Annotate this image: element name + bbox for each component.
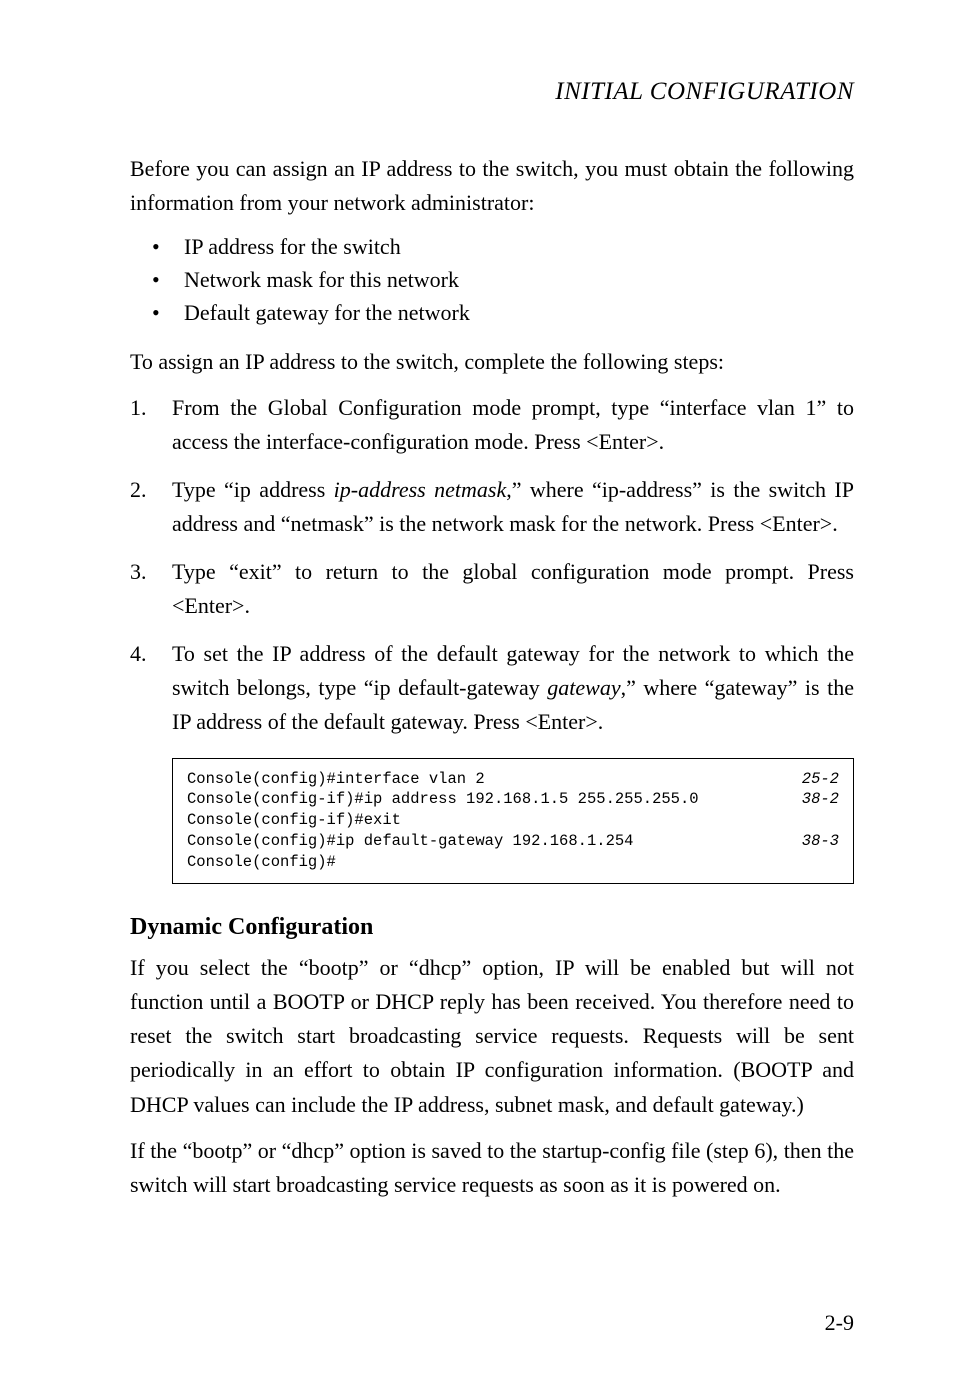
steps-list: From the Global Configuration mode promp… — [130, 391, 854, 740]
code-line: Console(config)#ip default-gateway 192.1… — [187, 832, 633, 850]
list-item: To set the IP address of the default gat… — [130, 637, 854, 739]
step-text: Type “exit” to return to the global conf… — [172, 559, 854, 618]
code-ref: 25-2 — [802, 769, 839, 790]
list-item: Type “ip address ip-address netmask,” wh… — [130, 473, 854, 541]
lead-paragraph: To assign an IP address to the switch, c… — [130, 345, 854, 379]
step-italic: gateway — [547, 675, 620, 700]
code-line: Console(config)# — [187, 853, 336, 871]
code-line: Console(config-if)#ip address 192.168.1.… — [187, 790, 699, 808]
section-heading: Dynamic Configuration — [130, 914, 854, 941]
intro-paragraph: Before you can assign an IP address to t… — [130, 152, 854, 220]
body-paragraph: If you select the “bootp” or “dhcp” opti… — [130, 951, 854, 1121]
page-number: 2-9 — [825, 1310, 854, 1336]
list-item: From the Global Configuration mode promp… — [130, 391, 854, 459]
code-line: Console(config-if)#exit — [187, 811, 401, 829]
list-item: IP address for the switch — [130, 232, 854, 263]
step-text: From the Global Configuration mode promp… — [172, 395, 854, 454]
code-line: Console(config)#interface vlan 2 — [187, 770, 485, 788]
code-block: 25-2 Console(config)#interface vlan 2 38-… — [172, 758, 854, 885]
code-ref: 38-3 — [802, 831, 839, 852]
step-italic: ip-address netmask — [334, 477, 507, 502]
body-paragraph: If the “bootp” or “dhcp” option is saved… — [130, 1134, 854, 1202]
list-item: Type “exit” to return to the global conf… — [130, 555, 854, 623]
step-text: Type “ip address — [172, 477, 334, 502]
list-item: Default gateway for the network — [130, 298, 854, 329]
list-item: Network mask for this network — [130, 265, 854, 296]
bullet-list: IP address for the switch Network mask f… — [130, 232, 854, 328]
code-ref: 38-2 — [802, 789, 839, 810]
chapter-title: INITIAL CONFIGURATION — [130, 78, 854, 106]
